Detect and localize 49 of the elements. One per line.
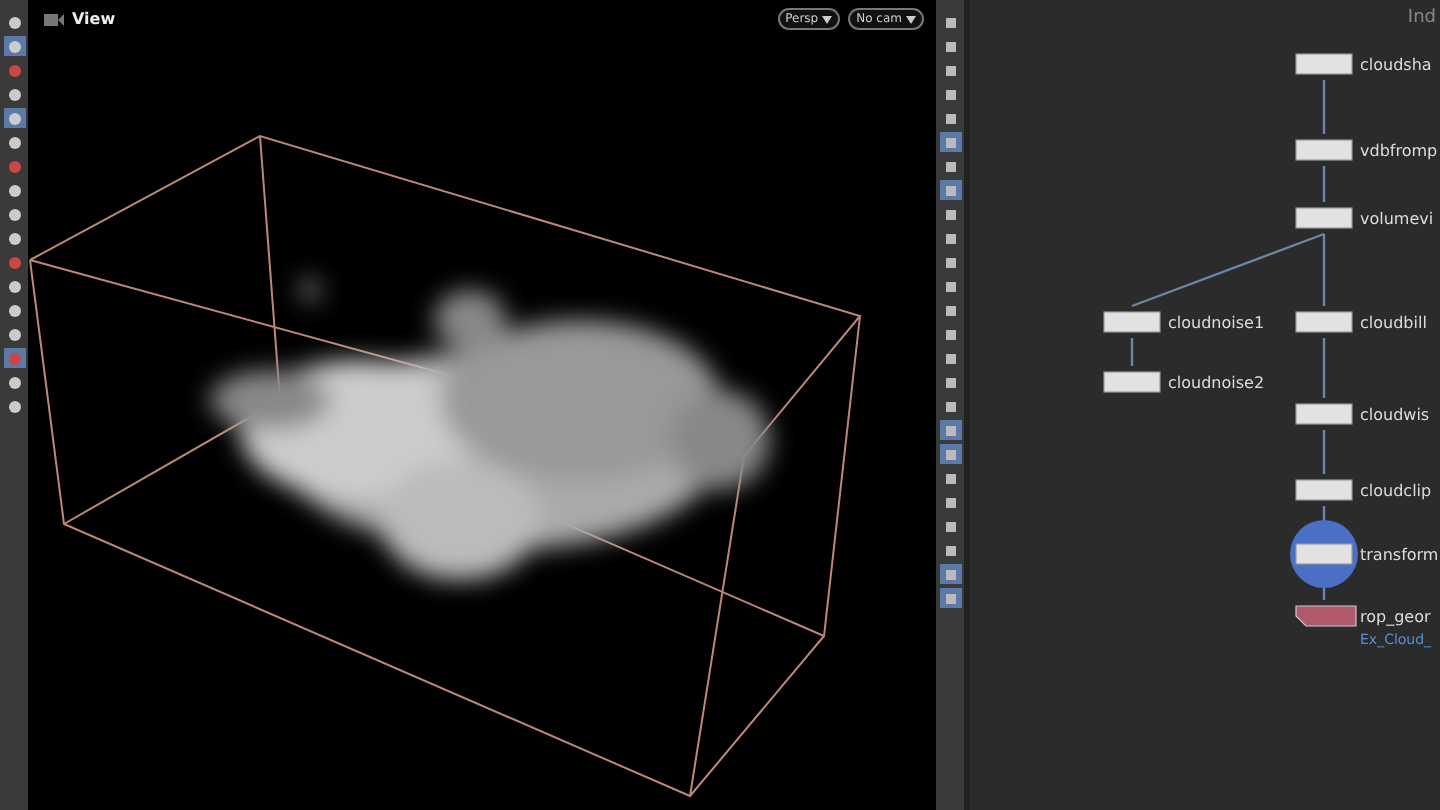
node[interactable]: [1295, 139, 1353, 161]
tool-icon[interactable]: [3, 36, 25, 56]
tool-icon[interactable]: [3, 324, 25, 344]
tool-icon[interactable]: [939, 420, 961, 440]
connection-wire: [1322, 80, 1326, 134]
tool-icon[interactable]: [3, 276, 25, 296]
node[interactable]: [1295, 311, 1353, 333]
node-label: cloudclip: [1360, 482, 1432, 500]
node-label: volumevi: [1360, 210, 1434, 228]
node-label: vdbfromp: [1360, 142, 1438, 160]
tool-icon[interactable]: [939, 588, 961, 608]
node[interactable]: [1295, 605, 1357, 627]
node[interactable]: [1295, 543, 1353, 565]
connection-wire: [1322, 338, 1326, 398]
connection-wire: [1322, 166, 1326, 202]
node[interactable]: [1295, 207, 1353, 229]
network-type-label: Ind: [1407, 8, 1436, 28]
tool-icon[interactable]: [939, 132, 961, 152]
node-label: cloudsha: [1360, 56, 1432, 74]
tool-icon[interactable]: [939, 564, 961, 584]
tool-icon[interactable]: [3, 300, 25, 320]
caret-icon: [906, 15, 916, 23]
tool-icon[interactable]: [3, 228, 25, 248]
tool-icon[interactable]: [3, 396, 25, 416]
tool-icon[interactable]: [3, 372, 25, 392]
node-label: cloudnoise1: [1168, 314, 1265, 332]
tool-icon[interactable]: [939, 444, 961, 464]
tool-icon[interactable]: [3, 180, 25, 200]
tool-icon[interactable]: [3, 204, 25, 224]
tool-icon[interactable]: [3, 84, 25, 104]
caret-icon: [822, 15, 833, 23]
node[interactable]: [1295, 403, 1353, 425]
camera-icon: [44, 11, 64, 27]
node-label: cloudnoise2: [1168, 374, 1265, 392]
node[interactable]: [1103, 371, 1161, 393]
connection-wire: [1322, 430, 1326, 474]
node-label: rop_geor: [1360, 608, 1431, 626]
tool-icon[interactable]: [3, 108, 25, 128]
connection-wire: [1130, 338, 1134, 366]
node-label: cloudwis: [1360, 406, 1430, 424]
tool-icon[interactable]: [3, 132, 25, 152]
node-label: transform: [1360, 546, 1439, 564]
node-label: cloudbill: [1360, 314, 1427, 332]
node[interactable]: [1103, 311, 1161, 333]
node[interactable]: [1295, 53, 1353, 75]
tool-icon[interactable]: [939, 180, 961, 200]
tool-icon[interactable]: [3, 12, 25, 32]
node[interactable]: [1295, 479, 1353, 501]
viewport-title: View: [72, 10, 116, 28]
